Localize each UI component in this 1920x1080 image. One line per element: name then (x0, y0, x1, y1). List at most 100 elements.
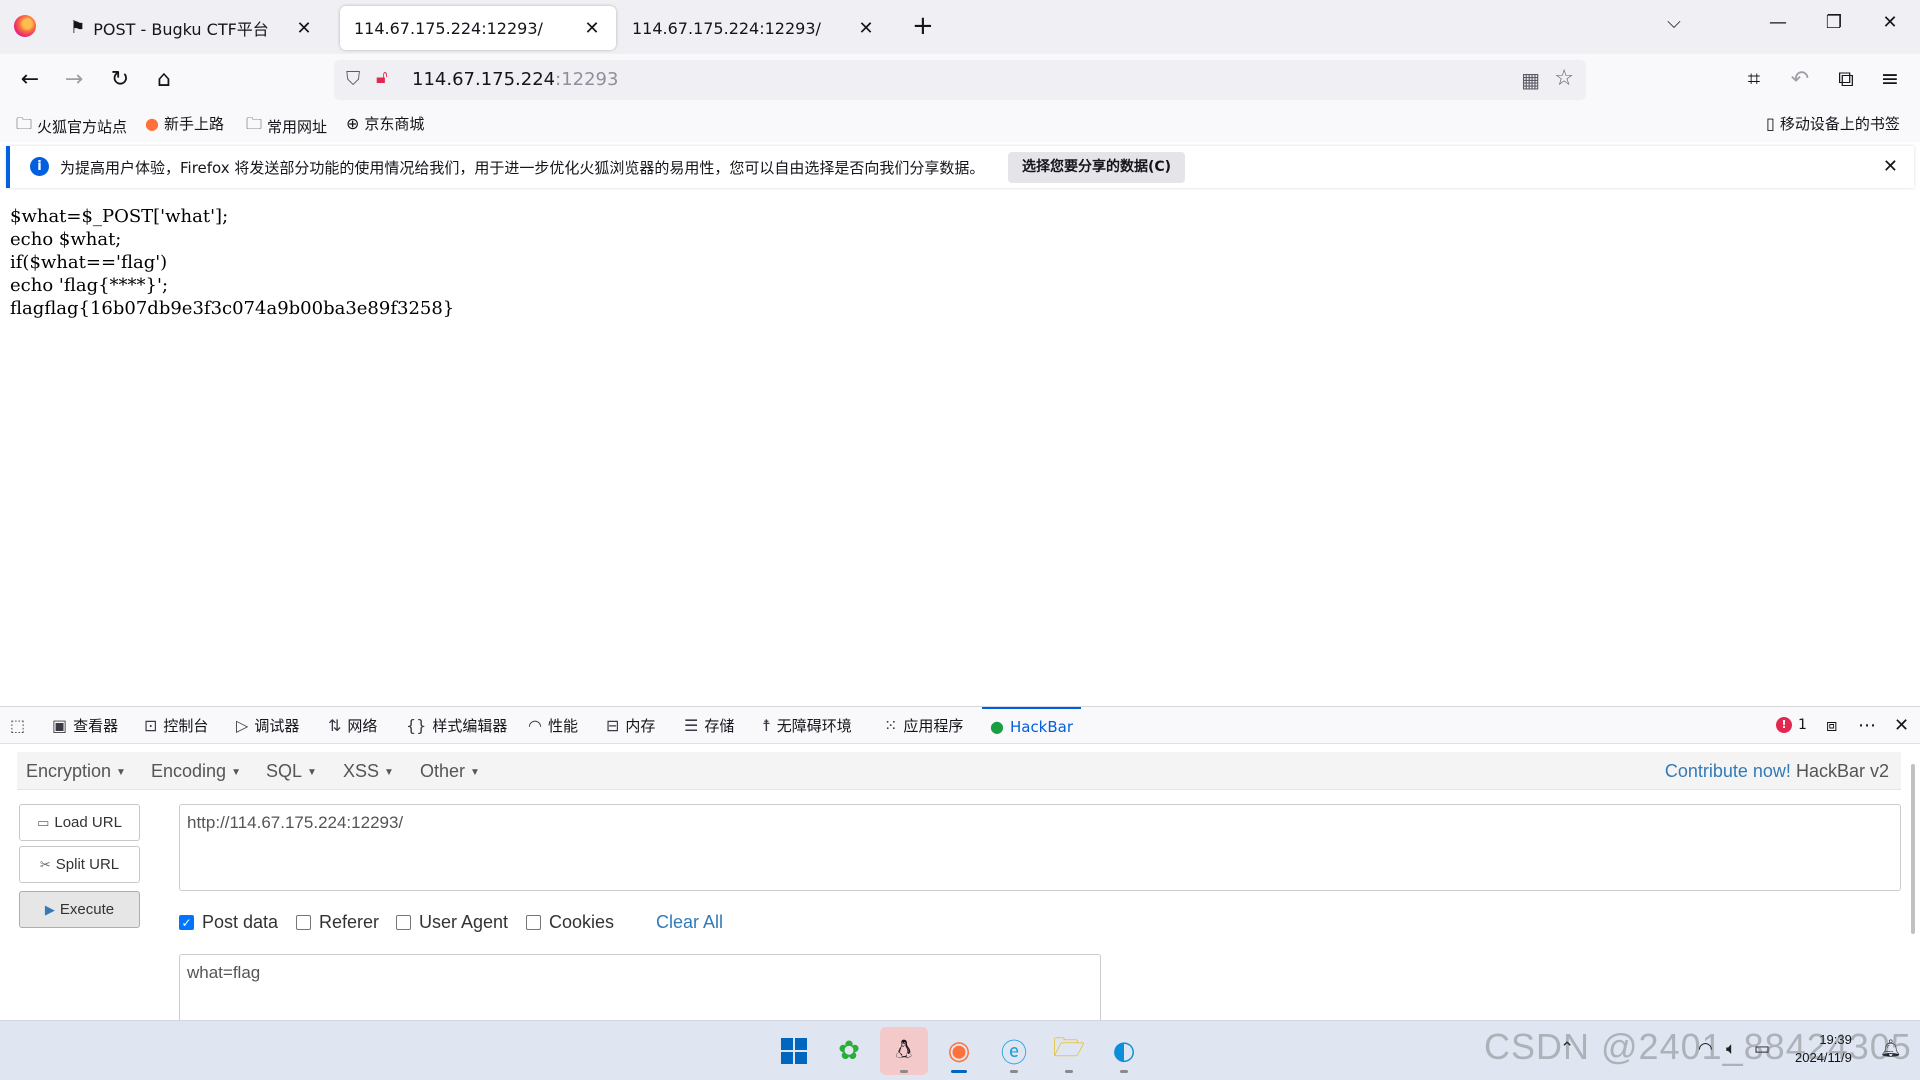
contribute-link[interactable]: Contribute now! (1665, 761, 1791, 781)
wechat-icon[interactable]: ✿ (825, 1027, 873, 1075)
menu-other[interactable]: Other ▼ (420, 761, 480, 782)
menu-sql[interactable]: SQL ▼ (266, 761, 317, 782)
menu-label: Encryption (26, 761, 112, 781)
tab-accessibility[interactable]: ☨ 无障碍环境 (762, 707, 852, 744)
windows-logo-icon (781, 1038, 807, 1064)
tab-hackbar[interactable]: ● HackBar (982, 707, 1082, 744)
tab-network[interactable]: ⇅ 网络 (328, 707, 377, 744)
error-counter[interactable]: ! 1 (1776, 717, 1807, 733)
undo-icon[interactable]: ↶ (1784, 66, 1816, 94)
extensions-puzzle-icon[interactable]: ⧉ (1830, 66, 1862, 94)
checkbox-icon[interactable] (526, 915, 541, 930)
app-menu-icon[interactable]: ≡ (1874, 66, 1906, 94)
checkbox-icon[interactable] (296, 915, 311, 930)
bookmark-star-icon[interactable]: ☆ (1554, 66, 1574, 91)
tab-memory[interactable]: ⊟ 内存 (606, 707, 655, 744)
close-icon[interactable]: ✕ (1883, 156, 1898, 177)
bookmark-mobile[interactable]: ▯ 移动设备上的书签 (1766, 113, 1900, 134)
accessibility-icon: ☨ (762, 716, 771, 735)
responsive-design-icon[interactable]: ⧈ (1826, 715, 1837, 736)
hackbar-icon: ● (990, 717, 1004, 736)
flag-icon: ⚑ (70, 18, 86, 38)
home-icon[interactable]: ⌂ (148, 66, 180, 94)
forward-arrow-icon[interactable]: → (58, 66, 90, 94)
devtools-toolbar: ⬚ ▣ 查看器 ⊡ 控制台 ▷ 调试器 ⇅ 网络 {} 样式编辑器 ◠ 性能 ⊟ 内存 ☰ 存储… (0, 706, 1920, 744)
browser-e-icon[interactable]: ⓔ (990, 1027, 1038, 1075)
grid-icon: ⁙ (884, 716, 898, 735)
load-url-button[interactable]: ▭ Load URL (19, 804, 140, 841)
code-line: if($what=='flag') (10, 252, 168, 273)
memory-chip-icon: ⊟ (606, 716, 620, 735)
tab-post-bugku[interactable]: ⚑ POST - Bugku CTF平台 ✕ (56, 6, 328, 50)
folder-icon: 🗀 (16, 114, 33, 133)
post-data-textarea[interactable]: what=flag (179, 954, 1101, 1020)
menu-encryption[interactable]: Encryption ▼ (26, 761, 126, 782)
checkbox-checked-icon[interactable]: ✓ (179, 915, 194, 930)
insecure-lock-icon[interactable]: 🔓︎ (376, 67, 388, 88)
error-count: 1 (1798, 717, 1807, 733)
firefox-logo-icon[interactable] (14, 15, 36, 37)
menu-xss[interactable]: XSS ▼ (343, 761, 394, 782)
edge-icon[interactable]: ◐ (1100, 1027, 1148, 1075)
tab-label: 查看器 (73, 717, 119, 735)
shield-icon[interactable]: ⛉ (346, 68, 360, 90)
bookmark-common-sites[interactable]: 🗀 常用网址 (246, 113, 327, 140)
element-picker-icon[interactable]: ⬚ (10, 707, 31, 744)
bookmark-getting-started[interactable]: ● 新手上路 (145, 113, 224, 134)
qq-penguin-icon[interactable]: 🐧︎ (880, 1027, 928, 1075)
close-icon[interactable]: ✕ (856, 18, 876, 39)
url-text[interactable]: 114.67.175.224:12293 (412, 69, 618, 90)
url-textarea[interactable]: http://114.67.175.224:12293/ (179, 804, 1901, 891)
list-tabs-chevron-icon[interactable]: ⌵ (1654, 12, 1694, 33)
split-url-button[interactable]: ✂ Split URL (19, 846, 140, 883)
close-devtools-icon[interactable]: ✕ (1894, 715, 1909, 736)
bookmark-firefox-official[interactable]: 🗀 火狐官方站点 (16, 113, 127, 140)
back-arrow-icon[interactable]: ← (14, 66, 46, 94)
choose-data-button[interactable]: 选择您要分享的数据(C) (1008, 152, 1186, 183)
tab-performance[interactable]: ◠ 性能 (528, 707, 578, 744)
post-data-checkbox[interactable]: ✓ Post data (179, 912, 278, 933)
cookies-checkbox[interactable]: Cookies (526, 912, 614, 933)
start-button[interactable] (770, 1027, 818, 1075)
tab-label: 网络 (347, 717, 378, 735)
tab-active-ip[interactable]: 114.67.175.224:12293/ ✕ (340, 6, 616, 50)
tab-inspector[interactable]: ▣ 查看器 (52, 707, 118, 744)
tab-label: 性能 (547, 717, 578, 735)
execute-button[interactable]: ▶ Execute (19, 891, 140, 928)
tab-application[interactable]: ⁙ 应用程序 (884, 707, 963, 744)
reload-icon[interactable]: ↻ (104, 66, 136, 94)
clear-all-link[interactable]: Clear All (656, 912, 723, 933)
tab-style-editor[interactable]: {} 样式编辑器 (406, 707, 507, 744)
user-agent-checkbox[interactable]: User Agent (396, 912, 508, 933)
new-tab-plus-icon[interactable]: + (912, 12, 934, 40)
tab-debugger[interactable]: ▷ 调试器 (236, 707, 299, 744)
qr-code-icon[interactable]: ▦ (1521, 68, 1540, 92)
tab-title: POST - Bugku CTF平台 (93, 20, 269, 39)
minimize-icon[interactable]: — (1758, 12, 1798, 33)
close-icon[interactable]: ✕ (294, 18, 314, 39)
tab-storage[interactable]: ☰ 存储 (684, 707, 734, 744)
window-close-icon[interactable]: ✕ (1870, 12, 1910, 33)
button-label: Load URL (54, 814, 122, 831)
tab-console[interactable]: ⊡ 控制台 (144, 707, 208, 744)
panel-scrollbar[interactable] (1911, 764, 1915, 934)
bookmark-jd[interactable]: ⊕ 京东商城 (346, 113, 424, 134)
tab-label: 无障碍环境 (776, 717, 852, 735)
tab-ip-second[interactable]: 114.67.175.224:12293/ ✕ (618, 6, 890, 50)
restore-icon[interactable]: ❐ (1814, 12, 1854, 33)
screenshot-crop-icon[interactable]: ⌗ (1738, 66, 1770, 94)
hackbar-version: HackBar v2 (1795, 761, 1889, 781)
tab-strip: ⚑ POST - Bugku CTF平台 ✕ 114.67.175.224:12… (0, 0, 1920, 54)
caret-down-icon: ▼ (307, 766, 317, 778)
file-explorer-icon[interactable]: 🗁︎ (1045, 1027, 1093, 1075)
menu-encoding[interactable]: Encoding ▼ (151, 761, 241, 782)
more-options-icon[interactable]: ⋯ (1858, 715, 1876, 736)
url-bar[interactable]: ⛉ 🔓︎ 114.67.175.224:12293 ▦ ☆ (334, 60, 1586, 100)
picker-icon: ⬚ (10, 716, 26, 735)
checkbox-icon[interactable] (396, 915, 411, 930)
firefox-taskbar-icon[interactable]: ◉ (935, 1027, 983, 1075)
caret-down-icon: ▼ (384, 766, 394, 778)
referer-checkbox[interactable]: Referer (296, 912, 379, 933)
close-icon[interactable]: ✕ (582, 18, 602, 39)
tab-label: 控制台 (163, 717, 209, 735)
